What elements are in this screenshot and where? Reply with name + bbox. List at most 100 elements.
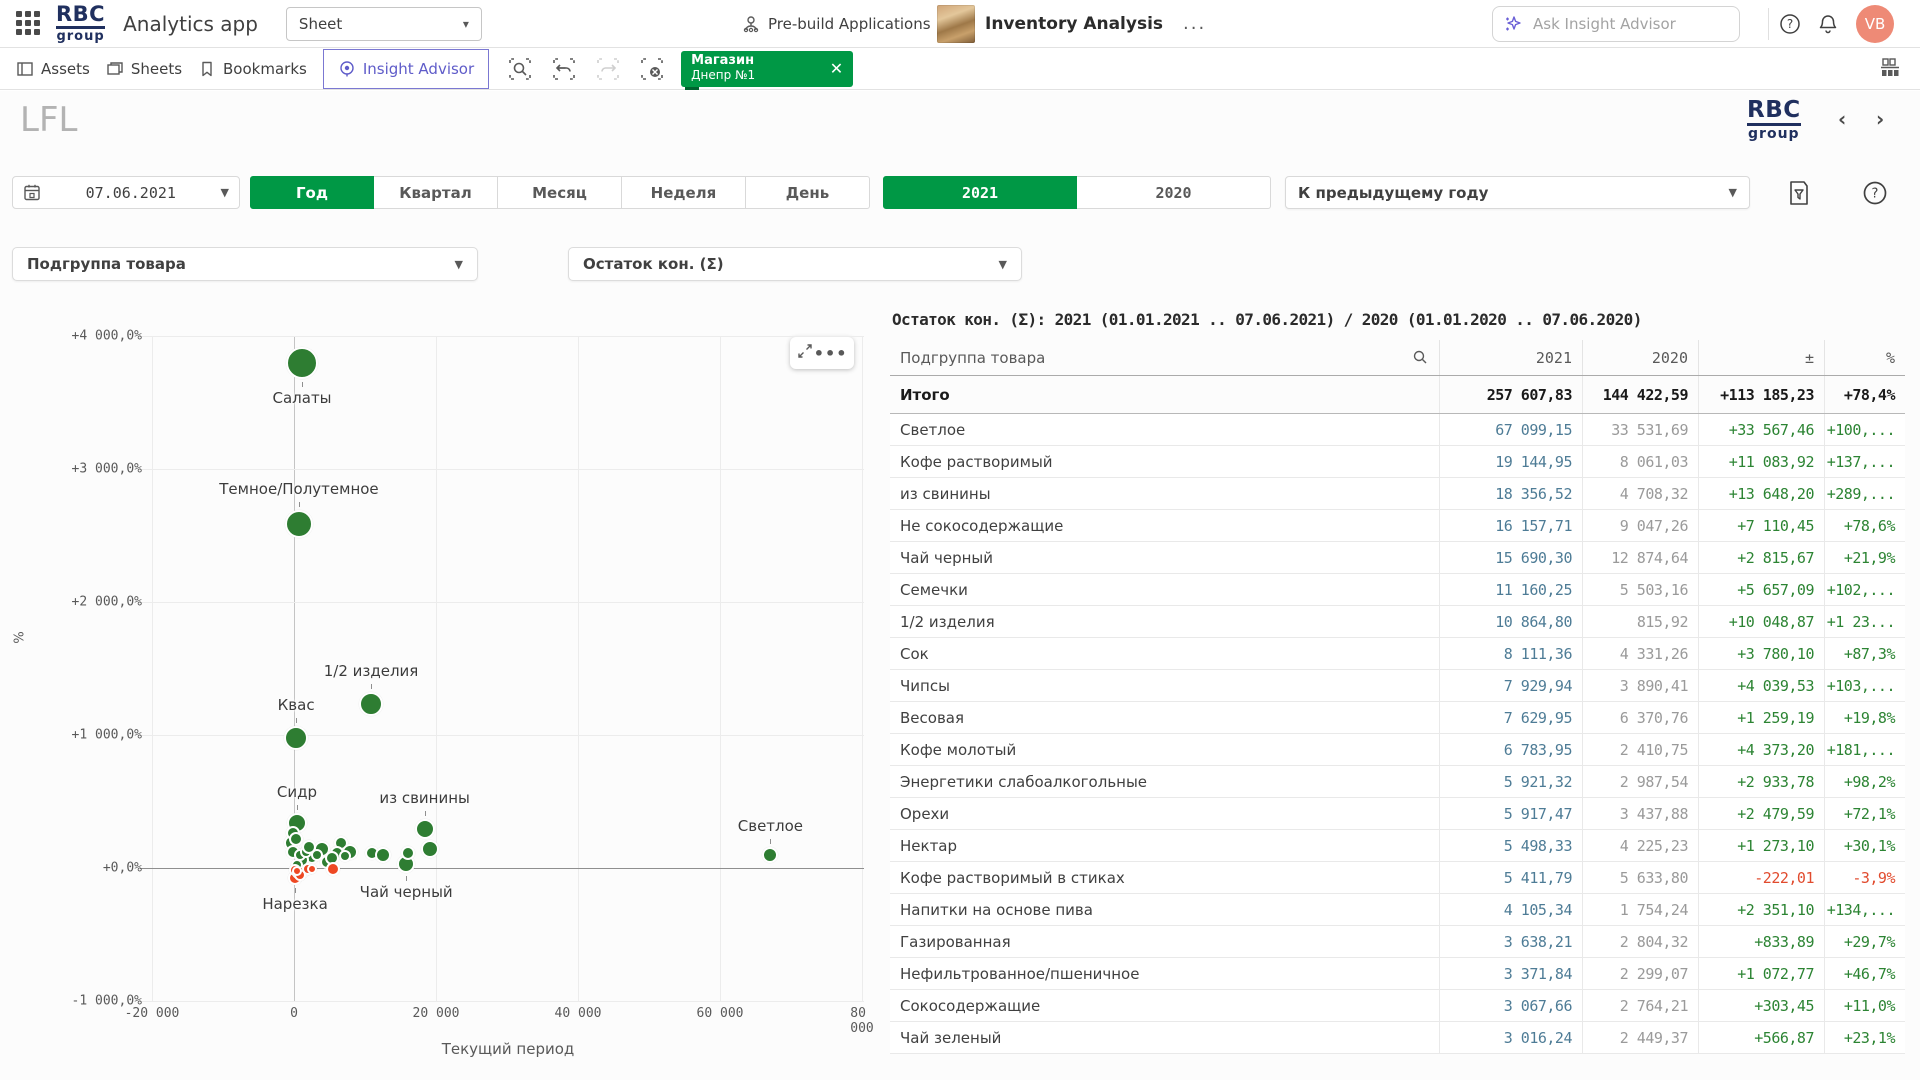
data-point[interactable] [307,864,317,874]
smart-search-button[interactable] [505,54,535,84]
tab-bookmarks[interactable]: Bookmarks [198,48,307,89]
table-row[interactable]: Нефильтрованное/пшеничное3 371,842 299,0… [890,958,1905,990]
table-row[interactable]: Светлое67 099,1533 531,69+33 567,46+100,… [890,414,1905,446]
data-point-Темное/Полутемное[interactable] [285,510,313,538]
tab-insight-advisor[interactable]: Insight Advisor [323,49,489,89]
total-pct: +78,4% [1824,376,1905,413]
period-button-group: ГодКварталМесяцНеделяДень [250,176,870,209]
table-cell: Нефильтрованное/пшеничное [890,958,1439,989]
scatter-chart[interactable]: % Текущий период ••• -20 000020 00040 00… [12,300,870,1070]
table-row[interactable]: Нектар5 498,334 225,23+1 273,10+30,1% [890,830,1905,862]
data-point[interactable] [326,862,340,876]
table-row[interactable]: Напитки на основе пива4 105,341 754,24+2… [890,894,1905,926]
more-options-button[interactable]: ... [1183,13,1206,34]
notifications-button[interactable] [1815,11,1841,37]
comparison-dropdown[interactable]: К предыдущему году ▼ [1285,176,1750,209]
gridline-vertical [578,336,579,1001]
expand-chart-button[interactable] [797,343,813,363]
period-button-Квартал[interactable]: Квартал [374,176,498,209]
user-avatar[interactable]: VB [1856,5,1894,43]
period-button-День[interactable]: День [746,176,870,209]
dimension-dropdown[interactable]: Подгруппа товара ▼ [12,247,478,281]
table-row[interactable]: Кофе растворимый19 144,958 061,03+11 083… [890,446,1905,478]
data-point[interactable] [289,832,303,846]
table-cell: 8 061,03 [1582,446,1698,477]
sheet-grid-button[interactable] [1878,55,1902,83]
data-point-1/2 изделия[interactable] [359,692,383,716]
help-icon: ? [1862,180,1888,206]
table-row[interactable]: Газированная3 638,212 804,32+833,89+29,7… [890,926,1905,958]
period-button-Неделя[interactable]: Неделя [622,176,746,209]
tab-sheets[interactable]: Sheets [106,48,182,89]
column-header-2021[interactable]: 2021 [1439,340,1582,375]
selection-chip-store[interactable]: Магазин Днепр №1 ✕ [681,51,853,87]
table-cell: 3 890,41 [1582,670,1698,701]
next-sheet-button[interactable]: › [1876,107,1884,131]
column-header-2020[interactable]: 2020 [1582,340,1698,375]
period-button-Год[interactable]: Год [250,176,374,209]
help-icon: ? [1779,13,1801,35]
table-row[interactable]: Орехи5 917,473 437,88+2 479,59+72,1% [890,798,1905,830]
table-cell: 8 111,36 [1439,638,1582,669]
year-button-2021[interactable]: 2021 [883,176,1077,209]
undo-selection-button[interactable] [549,54,579,84]
table-row[interactable]: Чай черный15 690,3012 874,64+2 815,67+21… [890,542,1905,574]
table-row[interactable]: Чай зеленый3 016,242 449,37+566,87+23,1% [890,1022,1905,1054]
table-row[interactable]: Энергетики слабоалкогольные5 921,322 987… [890,766,1905,798]
ask-insight-advisor-input[interactable]: Ask Insight Advisor [1492,6,1740,42]
column-header-pct[interactable]: % [1824,340,1905,375]
chart-more-options-button[interactable]: ••• [814,344,848,363]
year-button-2020[interactable]: 2020 [1077,176,1271,209]
data-point[interactable] [421,840,439,858]
period-button-Месяц[interactable]: Месяц [498,176,622,209]
table-cell: +100,... [1824,414,1905,445]
redo-selection-button[interactable] [593,54,623,84]
prebuild-applications-link[interactable]: Pre-build Applications [742,15,931,33]
table-row[interactable]: Сок8 111,364 331,26+3 780,10+87,3% [890,638,1905,670]
current-app[interactable]: Inventory Analysis ... [937,5,1206,43]
table-row[interactable]: Сокосодержащие3 067,662 764,21+303,45+11… [890,990,1905,1022]
table-cell: +29,7% [1824,926,1905,957]
data-point-Квас[interactable] [284,726,308,750]
table-row[interactable]: Семечки11 160,255 503,16+5 657,09+102,..… [890,574,1905,606]
label-leader-line [299,502,300,507]
data-point[interactable] [401,846,415,860]
table-row[interactable]: Чипсы7 929,943 890,41+4 039,53+103,... [890,670,1905,702]
table-row[interactable]: Кофе молотый6 783,952 410,75+4 373,20+18… [890,734,1905,766]
table-cell: -222,01 [1698,862,1824,893]
sheet-help-button[interactable]: ? [1862,180,1888,210]
sheet-selector[interactable]: Sheet ▾ [286,7,482,41]
table-cell: +87,3% [1824,638,1905,669]
data-point[interactable] [375,847,391,863]
prev-sheet-button[interactable]: ‹ [1838,107,1846,131]
data-point[interactable] [292,866,302,876]
date-picker[interactable]: 07.06.2021 ▼ [12,176,240,209]
table-row[interactable]: 1/2 изделия10 864,80815,92+10 048,87+1 2… [890,606,1905,638]
data-point-Светлое[interactable] [762,847,778,863]
chevron-down-icon: ▼ [999,258,1007,271]
table-row[interactable]: Кофе растворимый в стиках5 411,795 633,8… [890,862,1905,894]
tab-assets[interactable]: Assets [16,48,90,89]
selection-chip-close-icon[interactable]: ✕ [830,59,843,78]
clear-selections-button[interactable] [637,54,667,84]
label-leader-line [295,888,296,893]
column-header-name[interactable]: Подгруппа товара [890,340,1439,375]
search-icon[interactable] [1412,349,1429,366]
column-header-delta[interactable]: ± [1698,340,1824,375]
table-row[interactable]: из свинины18 356,524 708,32+13 648,20+28… [890,478,1905,510]
data-point[interactable] [302,840,316,854]
data-point-из свинины[interactable] [415,819,435,839]
bookmark-icon [198,60,216,78]
table-cell: 2 804,32 [1582,926,1698,957]
selections-tool-button[interactable] [1786,179,1812,211]
table-cell: +98,2% [1824,766,1905,797]
table-row[interactable]: Весовая7 629,956 370,76+1 259,19+19,8% [890,702,1905,734]
table-cell: +2 933,78 [1698,766,1824,797]
data-point-Салаты[interactable] [286,347,318,379]
sheets-icon [106,60,124,78]
table-row[interactable]: Не сокосодержащие16 157,719 047,26+7 110… [890,510,1905,542]
data-point[interactable] [339,850,351,862]
help-button[interactable]: ? [1777,11,1803,37]
app-launcher-icon[interactable] [16,11,42,37]
measure-dropdown[interactable]: Остаток кон. (Σ) ▼ [568,247,1022,281]
